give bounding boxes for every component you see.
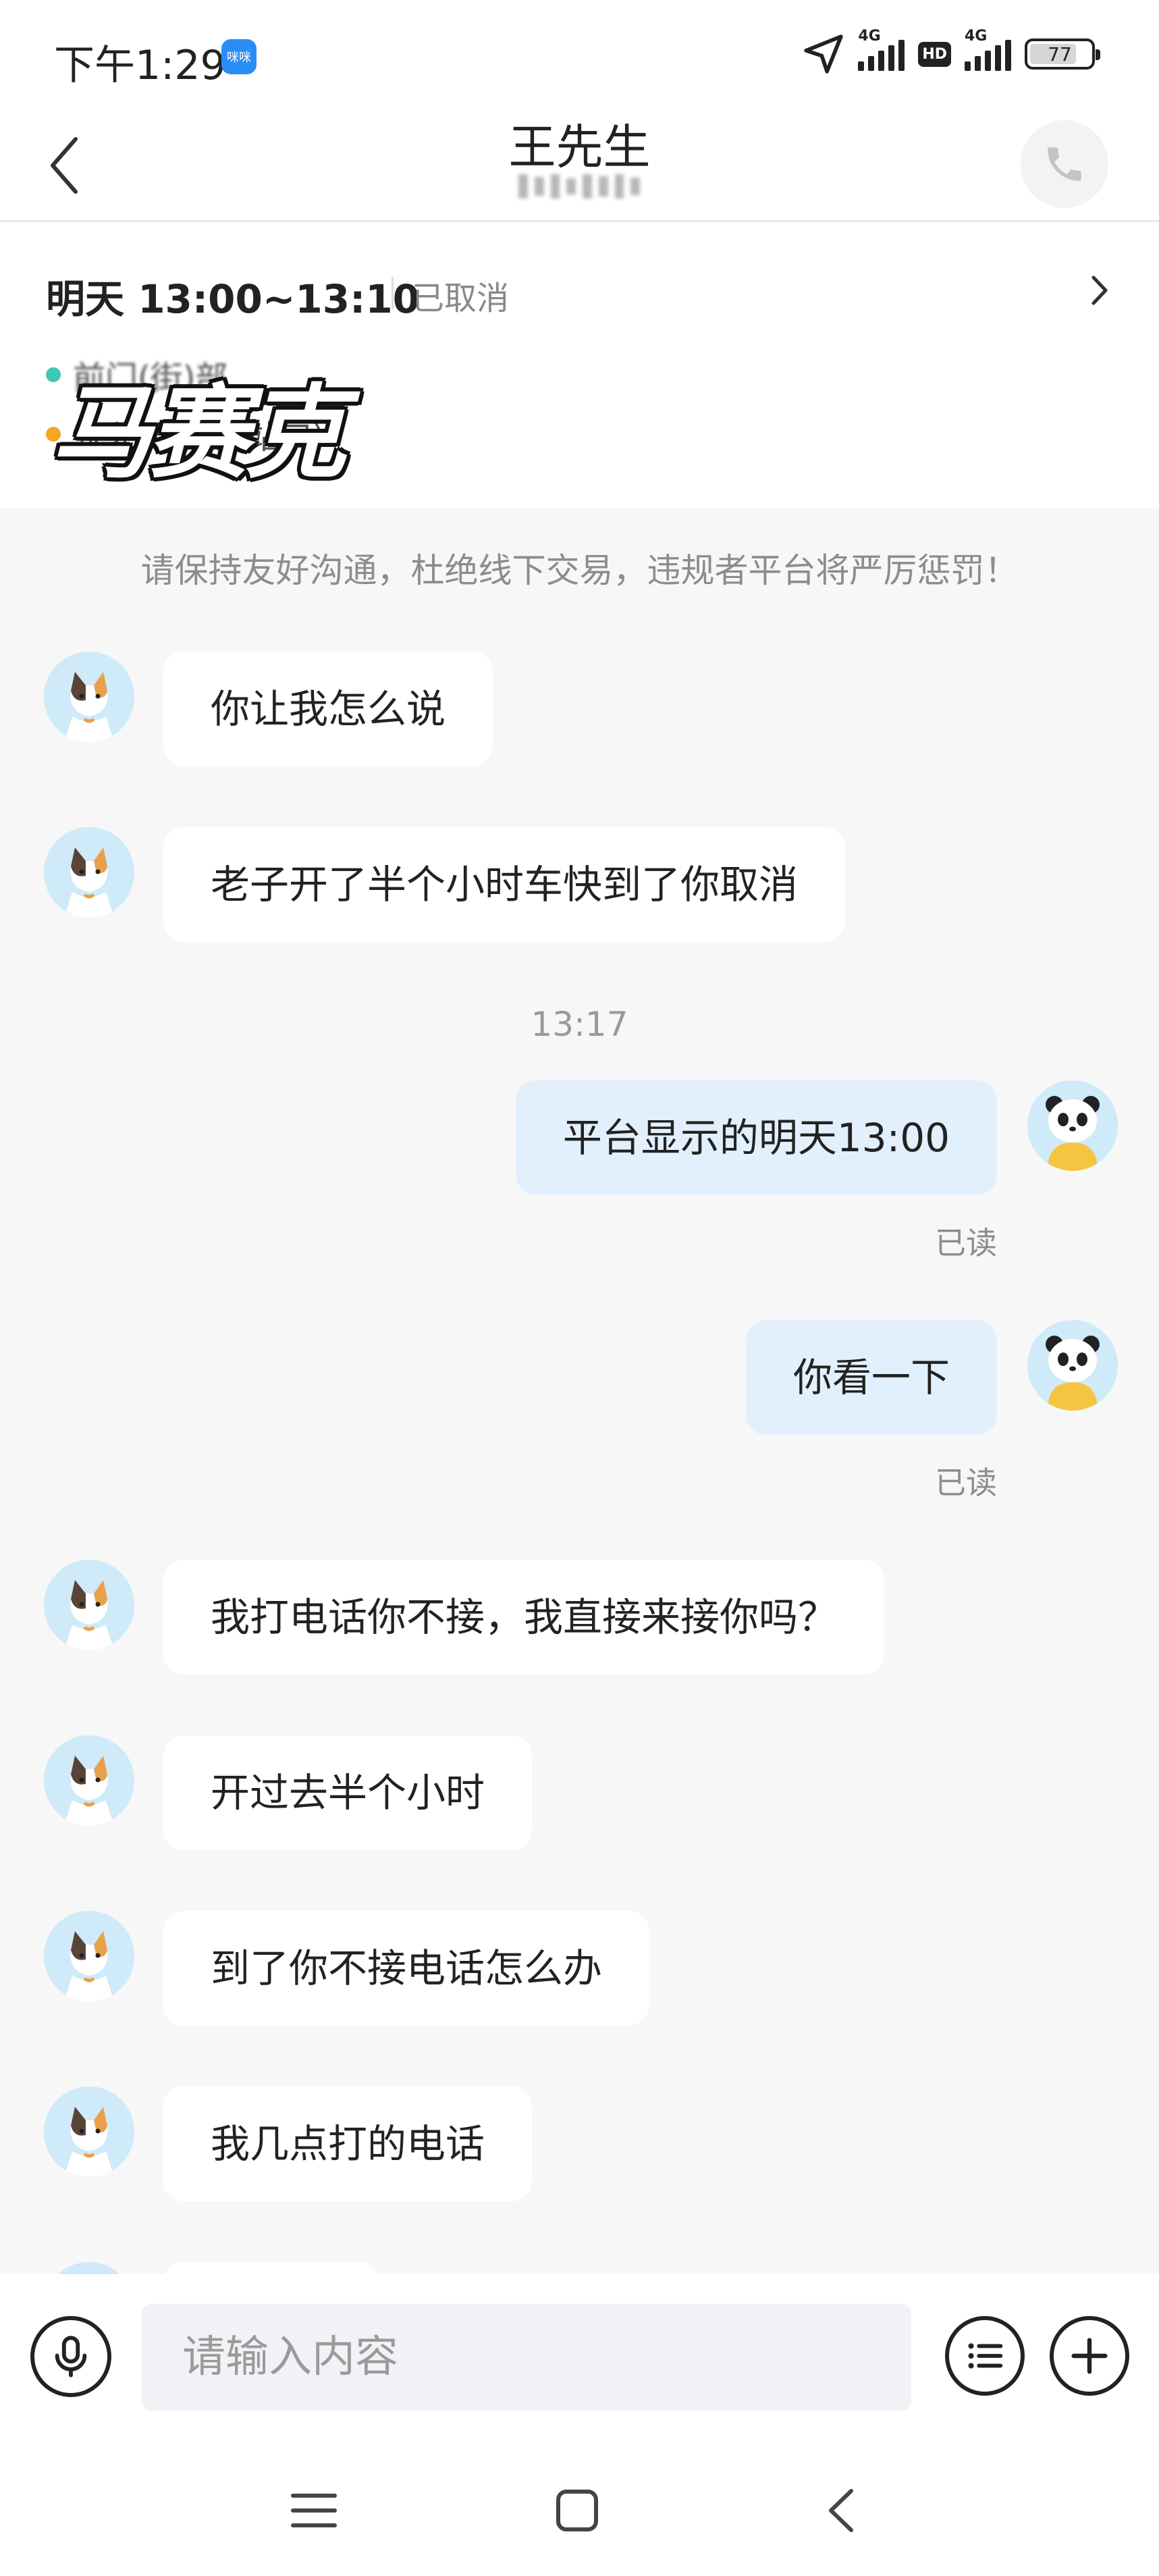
incoming-message[interactable]: 开过去半个小时: [163, 1735, 533, 1850]
cat-avatar-icon: [44, 827, 134, 918]
menu-icon: [291, 2494, 337, 2527]
back-triangle-icon: [829, 2489, 853, 2532]
battery-level: 77: [1048, 43, 1072, 65]
nav-menu-button[interactable]: [277, 2473, 351, 2548]
cat-avatar-icon: [44, 1911, 134, 2001]
read-receipt: 已读: [935, 1465, 997, 1501]
appointment-card[interactable]: 明天 13:00~13:10 已取消 前门(街)部 东北门站(进站口) 马赛克: [0, 223, 1159, 508]
incoming-message[interactable]: 到了你不接电话怎么办: [163, 1911, 650, 2026]
location-icon: [804, 34, 843, 74]
chat-header: 王先生: [0, 101, 1159, 221]
signal-icon-2: 4G: [965, 28, 1011, 71]
message-timestamp: 13:17: [531, 1005, 628, 1044]
quick-phrases-button[interactable]: [945, 2316, 1025, 2396]
status-bar: 下午1:29 咪咪 4G HD 4G 77: [0, 0, 1159, 101]
status-time: 下午1:29: [54, 42, 226, 89]
input-bar: [0, 2274, 1159, 2440]
user-avatar[interactable]: [1027, 1080, 1118, 1171]
signal-icon-1: 4G: [858, 28, 905, 71]
home-square-icon: [556, 2490, 598, 2531]
contact-avatar[interactable]: [44, 652, 134, 742]
hd-icon: HD: [918, 41, 951, 67]
panda-avatar-icon: [1027, 1080, 1118, 1171]
divider: [392, 277, 394, 309]
contact-name: 王先生: [508, 120, 651, 175]
battery-icon: 77: [1025, 38, 1100, 70]
contact-avatar[interactable]: [44, 1911, 134, 2001]
chat-notice: 请保持友好沟通，杜绝线下交易，违规者平台将严厉惩罚！: [140, 551, 1019, 590]
incoming-message[interactable]: 你让我怎么说: [163, 652, 493, 766]
appointment-time: 明天 13:00~13:10: [46, 276, 421, 322]
microphone-icon: [55, 2336, 87, 2377]
plus-icon: [1071, 2338, 1108, 2374]
appointment-status: 已取消: [412, 280, 510, 317]
cat-avatar-icon: [44, 652, 134, 742]
outgoing-message[interactable]: 你看一下: [745, 1320, 997, 1435]
panda-avatar-icon: [1027, 1320, 1118, 1411]
mosaic-watermark: 马赛克: [51, 375, 346, 492]
user-avatar[interactable]: [1027, 1320, 1118, 1411]
nav-home-button[interactable]: [540, 2473, 614, 2548]
incoming-message[interactable]: 我打电话你不接，我直接来接你吗？: [163, 1560, 885, 1675]
cat-avatar-icon: [44, 2086, 134, 2177]
contact-avatar[interactable]: [44, 2086, 134, 2177]
nav-back-button[interactable]: [803, 2473, 878, 2548]
app-notification-icon: 咪咪: [221, 39, 257, 74]
more-button[interactable]: [1050, 2316, 1129, 2396]
status-indicators: 4G HD 4G 77: [803, 28, 1100, 78]
incoming-message[interactable]: 我几点打的电话: [163, 2086, 533, 2201]
read-receipt: 已读: [935, 1225, 997, 1261]
chevron-right-icon[interactable]: [1079, 270, 1120, 311]
cat-avatar-icon: [44, 1735, 134, 1826]
list-icon: [968, 2343, 1003, 2369]
blurred-subtitle: [518, 173, 640, 200]
call-button[interactable]: [1021, 120, 1108, 208]
phone-icon: [1048, 147, 1081, 181]
incoming-message[interactable]: 老子开了半个小时车快到了你取消: [163, 827, 846, 942]
voice-button[interactable]: [30, 2316, 111, 2397]
cat-avatar-icon: [44, 1560, 134, 1650]
system-nav-bar: [0, 2440, 1159, 2576]
contact-avatar[interactable]: [44, 827, 134, 918]
message-input[interactable]: [142, 2304, 911, 2411]
contact-avatar[interactable]: [44, 1735, 134, 1826]
outgoing-message[interactable]: 平台显示的明天13:00: [515, 1080, 997, 1195]
contact-avatar[interactable]: [44, 1560, 134, 1650]
